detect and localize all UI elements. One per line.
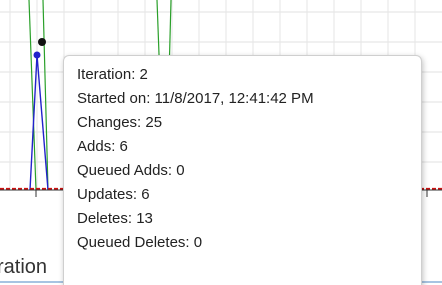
- tooltip-row: Changes: 25: [77, 114, 163, 131]
- chart-area: ration Iteration: 2 Started on: 11/8/2017…: [0, 0, 442, 285]
- tooltip-row: Started on: 11/8/2017, 12:41:42 PM: [77, 90, 314, 107]
- data-point: [38, 38, 46, 46]
- tooltip-row: Iteration: 2: [77, 66, 148, 83]
- x-axis-title: ration: [0, 256, 48, 278]
- data-point: [33, 51, 41, 59]
- tooltip-row: Queued Deletes: 0: [77, 234, 203, 251]
- tooltip-row: Updates: 6: [77, 186, 150, 203]
- chart-tooltip: Iteration: 2 Started on: 11/8/2017, 12:41…: [63, 55, 422, 285]
- tooltip-row: Queued Adds: 0: [77, 162, 185, 179]
- tooltip-row: Adds: 6: [77, 138, 128, 155]
- tooltip-row: Deletes: 13: [77, 210, 153, 227]
